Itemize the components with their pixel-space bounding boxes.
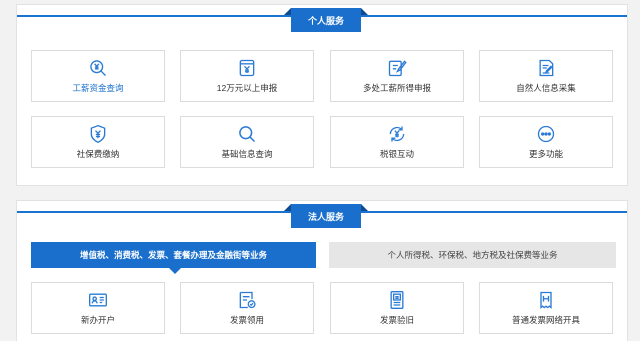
invoice-receive-icon — [239, 291, 256, 309]
corporate-services-panel: 法人服务 增值税、消费税、发票、套餐办理及金融街等业务 个人所得税、环保税、地方… — [16, 200, 628, 341]
social-security-payment-button[interactable]: 社保费缴纳 — [31, 116, 165, 168]
card-label: 12万元以上申报 — [216, 83, 278, 93]
card-label: 工薪资金查询 — [72, 83, 124, 93]
invoice-verify-button[interactable]: 发票验旧 — [330, 282, 464, 334]
card-label: 发票领用 — [229, 315, 264, 325]
invoice-issue-icon — [540, 291, 552, 309]
natural-person-info-button[interactable]: 自然人信息采集 — [479, 50, 613, 102]
card-label: 更多功能 — [528, 149, 563, 159]
invoice-receive-button[interactable]: 发票领用 — [180, 282, 314, 334]
yuan-exchange-icon — [389, 126, 405, 142]
corporate-services-title: 法人服务 — [284, 204, 368, 228]
yuan-search-icon — [90, 60, 106, 76]
card-label: 社保费缴纳 — [76, 149, 120, 159]
multi-salary-declaration-button[interactable]: 多处工薪所得申报 — [330, 50, 464, 102]
form-edit-icon — [539, 59, 554, 77]
edit-document-icon — [388, 60, 407, 77]
more-icon — [537, 125, 555, 143]
card-label: 普通发票网络开具 — [511, 315, 580, 325]
more-functions-button[interactable]: 更多功能 — [479, 116, 613, 168]
card-label: 新办开户 — [80, 315, 115, 325]
general-invoice-online-button[interactable]: 普通发票网络开具 — [479, 282, 613, 334]
id-card-icon — [89, 293, 107, 307]
salary-fund-query-button[interactable]: 工薪资金查询 — [31, 50, 165, 102]
search-icon — [239, 126, 256, 143]
new-account-opening-button[interactable]: 新办开户 — [31, 282, 165, 334]
personal-services-panel: 个人服务 工薪资金查询 12万元以上申报 多处工薪所得申报 自然人信息采集 社保… — [16, 4, 628, 186]
tab-income-tax-business[interactable]: 个人所得税、环保税、地方税及社保费等业务 — [329, 242, 616, 268]
tax-bank-interaction-button[interactable]: 税银互动 — [330, 116, 464, 168]
basic-info-query-button[interactable]: 基础信息查询 — [180, 116, 314, 168]
card-label: 多处工薪所得申报 — [362, 83, 431, 93]
card-label: 税银互动 — [379, 149, 414, 159]
tab-vat-business[interactable]: 增值税、消费税、发票、套餐办理及金融街等业务 — [31, 242, 316, 274]
over-120k-declaration-button[interactable]: 12万元以上申报 — [180, 50, 314, 102]
yuan-document-icon — [239, 59, 255, 77]
card-label: 发票验旧 — [379, 315, 414, 325]
yuan-shield-icon — [90, 124, 106, 144]
card-label: 基础信息查询 — [221, 149, 273, 159]
personal-services-title: 个人服务 — [284, 8, 368, 32]
invoice-verify-icon — [390, 291, 404, 309]
card-label: 自然人信息采集 — [516, 83, 576, 93]
